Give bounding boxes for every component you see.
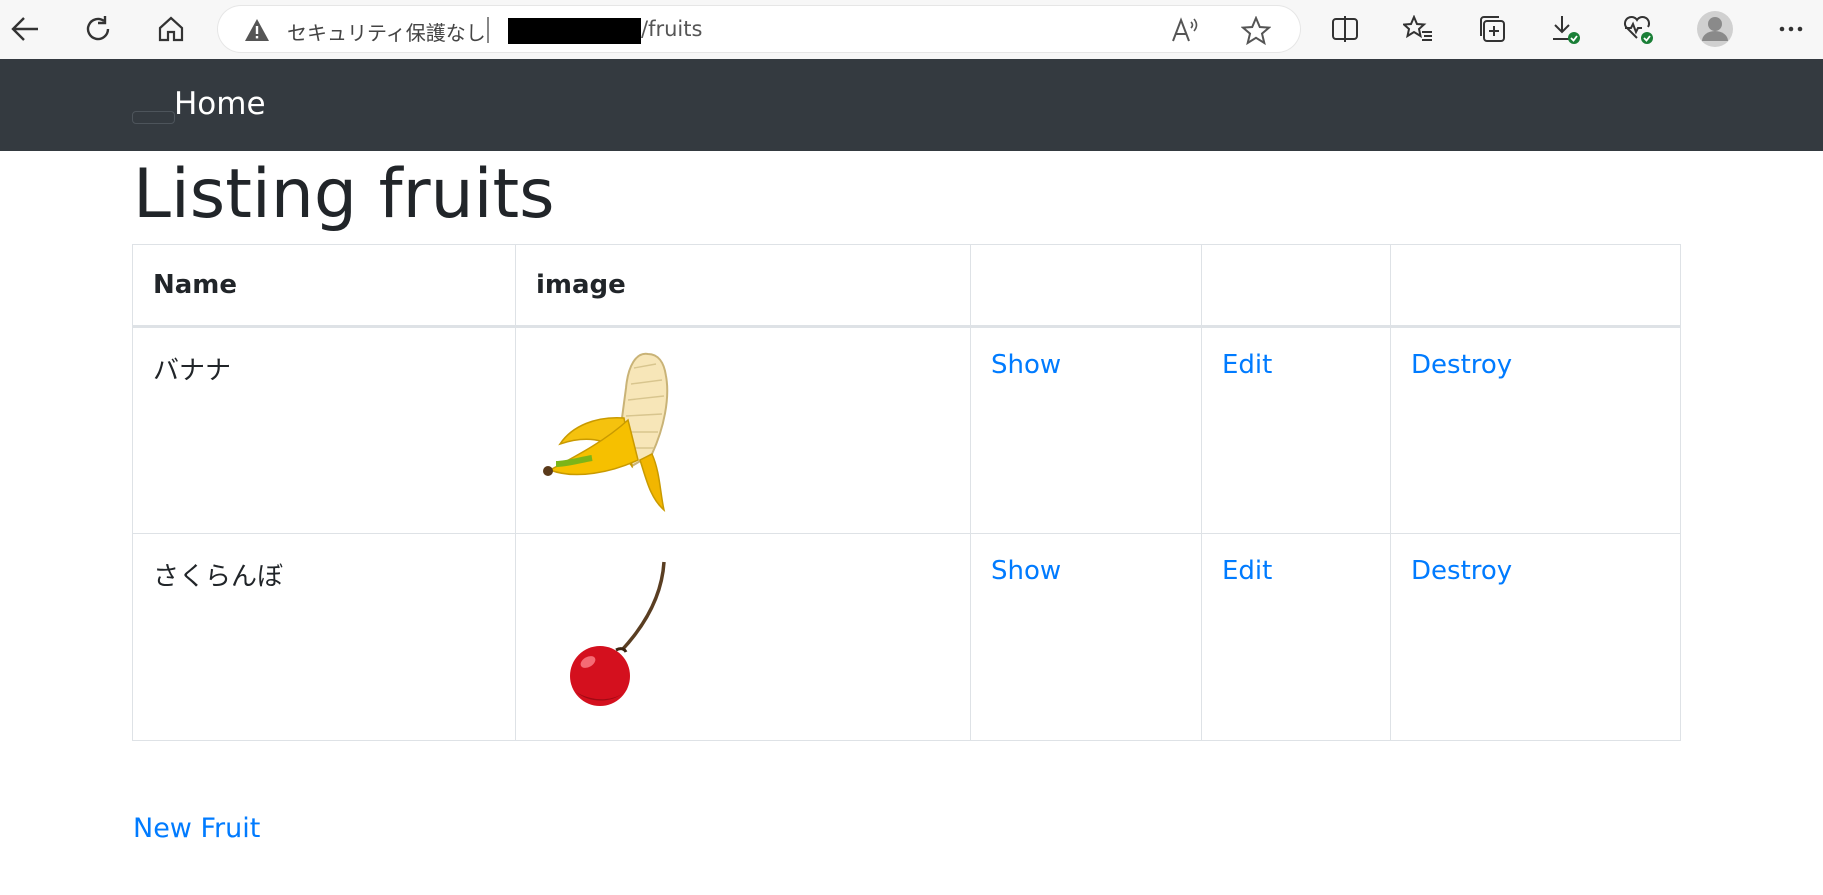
banana-image	[543, 352, 669, 513]
destroy-cell: Destroy	[1390, 326, 1681, 534]
redacted-host	[508, 18, 641, 44]
security-label: セキュリティ保護なし	[287, 21, 486, 45]
browser-essentials-icon[interactable]	[1615, 6, 1661, 52]
fruit-name: バナナ	[132, 326, 516, 534]
edit-link[interactable]: Edit	[1222, 350, 1272, 380]
destroy-link[interactable]: Destroy	[1411, 556, 1512, 586]
header-image: image	[515, 244, 971, 328]
back-icon[interactable]	[2, 6, 48, 52]
refresh-icon[interactable]	[75, 6, 121, 52]
show-cell: Show	[970, 326, 1202, 534]
fruit-name: さくらんぼ	[132, 533, 516, 741]
address-bar[interactable]: セキュリティ保護なし /fruits	[218, 6, 1300, 52]
header-name: Name	[132, 244, 516, 328]
edit-cell: Edit	[1201, 533, 1391, 741]
read-aloud-icon[interactable]	[1170, 16, 1200, 44]
new-fruit-link[interactable]: New Fruit	[133, 813, 260, 844]
table-row: さくらんぼ Show Edit Destroy	[132, 533, 1681, 741]
favorites-icon[interactable]	[1395, 6, 1441, 52]
nav-home-link[interactable]: Home	[174, 86, 266, 122]
edit-link[interactable]: Edit	[1222, 556, 1272, 586]
navbar-toggler[interactable]	[132, 111, 175, 124]
url-path: /fruits	[641, 17, 703, 41]
browser-toolbar: セキュリティ保護なし /fruits	[0, 0, 1823, 59]
cherry-image	[570, 561, 666, 706]
header-destroy	[1390, 244, 1681, 328]
show-link[interactable]: Show	[991, 350, 1061, 380]
home-icon[interactable]	[148, 6, 194, 52]
page-title: Listing fruits	[133, 155, 555, 234]
downloads-icon[interactable]	[1542, 6, 1588, 52]
header-show	[970, 244, 1202, 328]
collections-icon[interactable]	[1469, 6, 1515, 52]
edit-cell: Edit	[1201, 326, 1391, 534]
warning-icon	[245, 19, 269, 41]
favorite-star-icon[interactable]	[1241, 16, 1271, 46]
table-row: バナナ Show Edit Destroy	[132, 326, 1681, 534]
header-edit	[1201, 244, 1391, 328]
show-link[interactable]: Show	[991, 556, 1061, 586]
split-screen-icon[interactable]	[1322, 6, 1368, 52]
divider	[487, 17, 489, 43]
fruits-table: Name image バナナ Show Edit Destroy さくらんぼ S…	[132, 244, 1681, 741]
fruit-image-cell	[515, 326, 971, 534]
show-cell: Show	[970, 533, 1202, 741]
more-menu-icon[interactable]	[1768, 6, 1814, 52]
table-header-row: Name image	[132, 244, 1681, 328]
destroy-link[interactable]: Destroy	[1411, 350, 1512, 380]
fruit-image-cell	[515, 533, 971, 741]
profile-avatar-icon[interactable]	[1692, 6, 1738, 52]
destroy-cell: Destroy	[1390, 533, 1681, 741]
navbar	[0, 59, 1823, 151]
